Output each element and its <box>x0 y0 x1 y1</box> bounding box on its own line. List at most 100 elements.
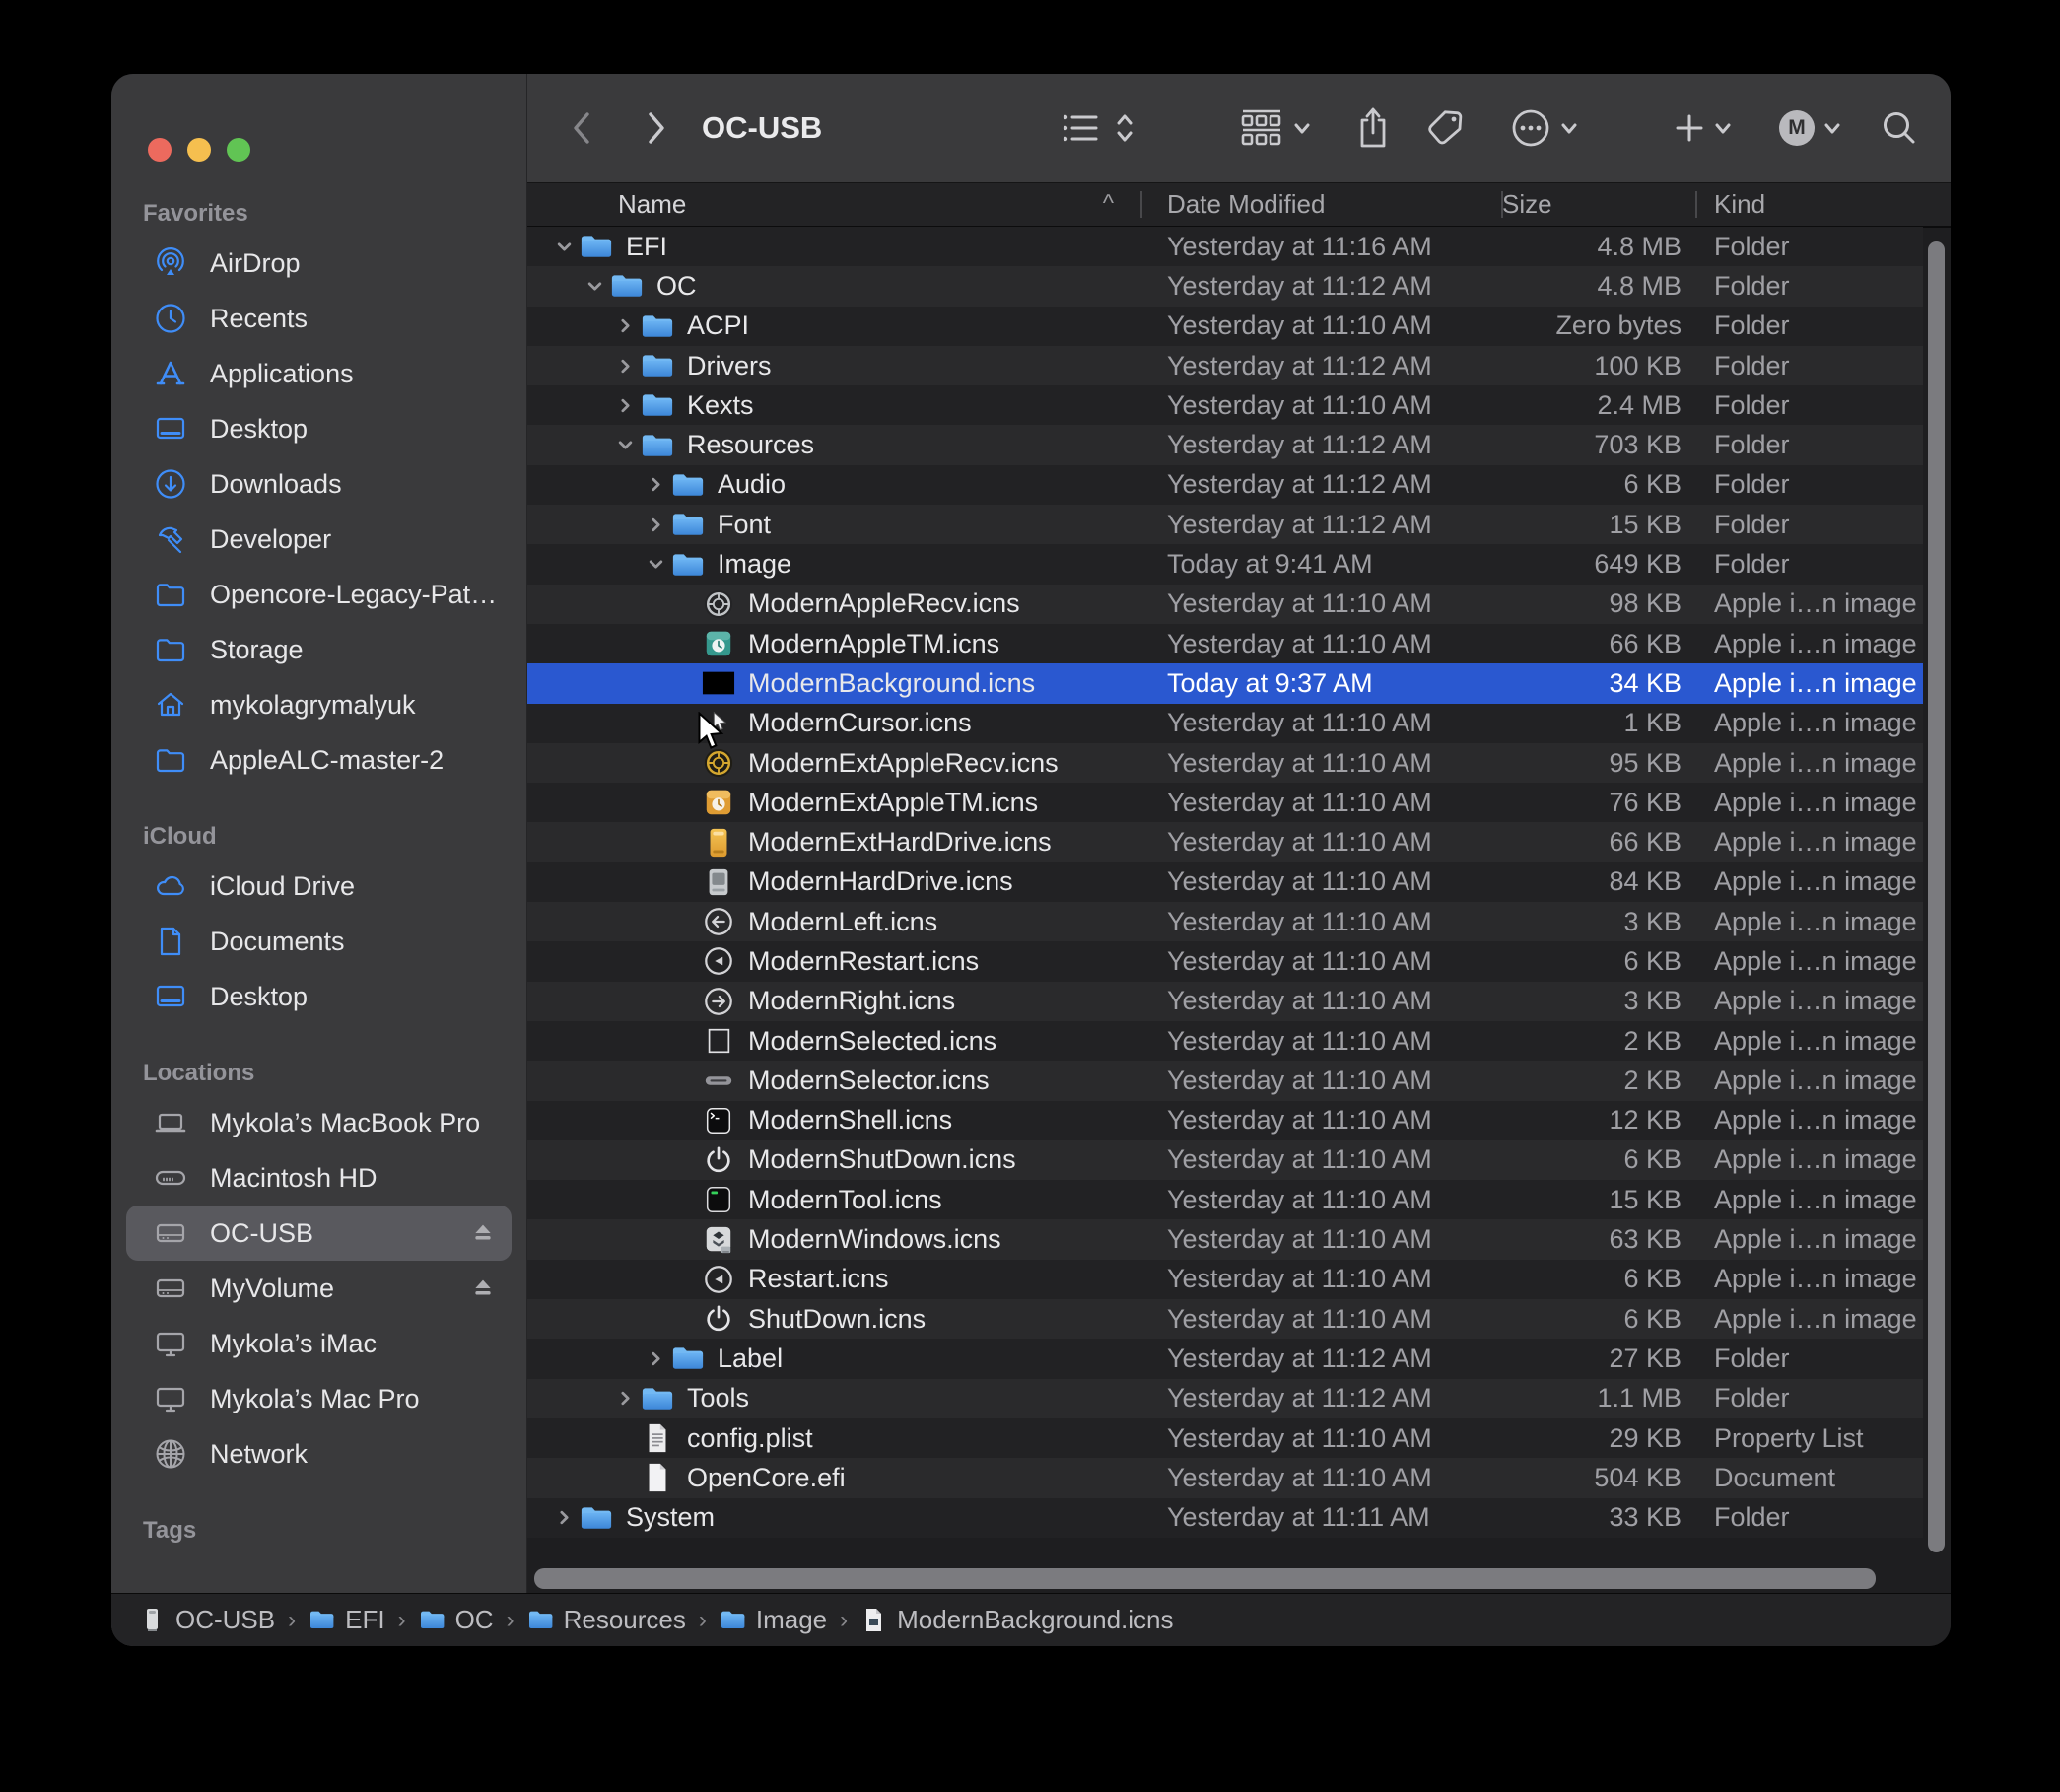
user-menu-button[interactable]: M <box>1779 74 1840 182</box>
sidebar-item-macintosh-hd[interactable]: Macintosh HD <box>126 1150 512 1206</box>
sidebar-item-network[interactable]: Network <box>126 1426 512 1482</box>
file-row-modernrestart-icns[interactable]: ModernRestart.icnsYesterday at 11:10 AM6… <box>527 941 1923 981</box>
disclosure-closed-icon[interactable] <box>641 476 670 493</box>
disclosure-closed-icon[interactable] <box>610 1390 640 1407</box>
zoom-button[interactable] <box>227 138 250 162</box>
group-button[interactable] <box>1239 74 1310 182</box>
sidebar-item-applications[interactable]: Applications <box>126 346 512 401</box>
file-row-audio[interactable]: AudioYesterday at 11:12 AM6 KBFolder <box>527 465 1923 505</box>
file-row-modernselected-icns[interactable]: ModernSelected.icnsYesterday at 11:10 AM… <box>527 1021 1923 1061</box>
horizontal-scrollbar[interactable] <box>534 1568 1876 1589</box>
file-row-moderncursor-icns[interactable]: ModernCursor.icnsYesterday at 11:10 AM1 … <box>527 704 1923 743</box>
file-size: 95 KB <box>1502 748 1696 779</box>
file-row-drivers[interactable]: DriversYesterday at 11:12 AM100 KBFolder <box>527 346 1923 385</box>
file-row-kexts[interactable]: KextsYesterday at 11:10 AM2.4 MBFolder <box>527 385 1923 425</box>
file-name: ModernTool.icns <box>748 1185 942 1215</box>
disclosure-closed-icon[interactable] <box>610 358 640 375</box>
sidebar-item-developer[interactable]: Developer <box>126 512 512 567</box>
file-kind: Document <box>1696 1463 1923 1493</box>
file-row-modernleft-icns[interactable]: ModernLeft.icnsYesterday at 11:10 AM3 KB… <box>527 902 1923 941</box>
disclosure-closed-icon[interactable] <box>610 317 640 334</box>
path-item-oc[interactable]: OC <box>419 1605 494 1635</box>
new-folder-button[interactable] <box>1674 74 1731 182</box>
file-row-modernshutdown-icns[interactable]: ModernShutDown.icnsYesterday at 11:10 AM… <box>527 1140 1923 1180</box>
file-row-system[interactable]: SystemYesterday at 11:11 AM33 KBFolder <box>527 1498 1923 1538</box>
sidebar-item-opencore-legacy-pat[interactable]: Opencore-Legacy-Pat… <box>126 567 512 622</box>
column-divider[interactable] <box>1140 191 1142 218</box>
file-row-modernbackground-icns[interactable]: ModernBackground.icnsToday at 9:37 AM34 … <box>527 663 1923 703</box>
file-row-label[interactable]: LabelYesterday at 11:12 AM27 KBFolder <box>527 1339 1923 1378</box>
disclosure-open-icon[interactable] <box>641 556 670 573</box>
file-row-image[interactable]: ImageToday at 9:41 AM649 KBFolder <box>527 544 1923 584</box>
more-actions-button[interactable] <box>1510 74 1577 182</box>
column-divider[interactable] <box>1695 191 1697 218</box>
sidebar-item-oc-usb[interactable]: OC-USB <box>126 1206 512 1261</box>
column-header-name[interactable]: Name ^ <box>527 189 1141 220</box>
minimize-button[interactable] <box>187 138 211 162</box>
column-divider[interactable] <box>1501 191 1503 218</box>
file-row-modernextappletm-icns[interactable]: ModernExtAppleTM.icnsYesterday at 11:10 … <box>527 783 1923 822</box>
file-row-acpi[interactable]: ACPIYesterday at 11:10 AMZero bytesFolde… <box>527 307 1923 346</box>
sidebar-item-desktop[interactable]: Desktop <box>126 401 512 456</box>
forward-button[interactable] <box>646 74 667 182</box>
file-row-oc[interactable]: OCYesterday at 11:12 AM4.8 MBFolder <box>527 266 1923 306</box>
path-item-image[interactable]: Image <box>720 1605 827 1635</box>
share-button[interactable] <box>1356 74 1390 182</box>
file-row-tools[interactable]: ToolsYesterday at 11:12 AM1.1 MBFolder <box>527 1379 1923 1418</box>
sidebar-item-mykola-s-mac-pro[interactable]: Mykola’s Mac Pro <box>126 1371 512 1426</box>
applications-icon <box>151 354 190 393</box>
sidebar-item-storage[interactable]: Storage <box>126 622 512 677</box>
sidebar-item-applealc-master-2[interactable]: AppleALC-master-2 <box>126 732 512 788</box>
column-header-kind[interactable]: Kind <box>1696 189 1951 220</box>
disclosure-closed-icon[interactable] <box>641 517 670 533</box>
sidebar-item-recents[interactable]: Recents <box>126 291 512 346</box>
file-row-modernselector-icns[interactable]: ModernSelector.icnsYesterday at 11:10 AM… <box>527 1061 1923 1100</box>
file-row-shutdown-icns[interactable]: ShutDown.icnsYesterday at 11:10 AM6 KBAp… <box>527 1299 1923 1339</box>
disclosure-open-icon[interactable] <box>580 278 609 295</box>
sidebar-item-airdrop[interactable]: AirDrop <box>126 236 512 291</box>
file-row-modernwindows-icns[interactable]: ModernWindows.icnsYesterday at 11:10 AM6… <box>527 1219 1923 1259</box>
file-row-modernappletm-icns[interactable]: ModernAppleTM.icnsYesterday at 11:10 AM6… <box>527 624 1923 663</box>
file-row-modernextharddrive-icns[interactable]: ModernExtHardDrive.icnsYesterday at 11:1… <box>527 822 1923 862</box>
file-row-opencore-efi[interactable]: OpenCore.efiYesterday at 11:10 AM504 KBD… <box>527 1458 1923 1497</box>
file-row-moderntool-icns[interactable]: ModernTool.icnsYesterday at 11:10 AM15 K… <box>527 1180 1923 1219</box>
file-row-modernapplerecv-icns[interactable]: ModernAppleRecv.icnsYesterday at 11:10 A… <box>527 585 1923 624</box>
sidebar-item-myvolume[interactable]: MyVolume <box>126 1261 512 1316</box>
sidebar-item-icloud-drive[interactable]: iCloud Drive <box>126 859 512 914</box>
file-row-restart-icns[interactable]: Restart.icnsYesterday at 11:10 AM6 KBApp… <box>527 1260 1923 1299</box>
vertical-scrollbar[interactable] <box>1928 241 1945 1552</box>
eject-icon[interactable] <box>466 1275 500 1301</box>
sidebar-item-desktop[interactable]: Desktop <box>126 969 512 1024</box>
disclosure-open-icon[interactable] <box>610 437 640 453</box>
view-options-button[interactable] <box>1063 74 1133 182</box>
close-button[interactable] <box>148 138 172 162</box>
eject-icon[interactable] <box>466 1220 500 1246</box>
sidebar-item-mykola-s-macbook-pro[interactable]: Mykola’s MacBook Pro <box>126 1095 512 1150</box>
disclosure-closed-icon[interactable] <box>641 1350 670 1367</box>
sidebar-item-mykola-s-imac[interactable]: Mykola’s iMac <box>126 1316 512 1371</box>
sidebar-item-downloads[interactable]: Downloads <box>126 456 512 512</box>
file-row-modernharddrive-icns[interactable]: ModernHardDrive.icnsYesterday at 11:10 A… <box>527 862 1923 902</box>
path-item-modernbackground-icns[interactable]: ModernBackground.icns <box>860 1605 1173 1635</box>
path-item-resources[interactable]: Resources <box>527 1605 686 1635</box>
path-item-oc-usb[interactable]: OC-USB <box>139 1605 275 1635</box>
sidebar-item-mykolagrymalyuk[interactable]: mykolagrymalyuk <box>126 677 512 732</box>
sidebar-item-documents[interactable]: Documents <box>126 914 512 969</box>
file-row-modernshell-icns[interactable]: ModernShell.icnsYesterday at 11:10 AM12 … <box>527 1101 1923 1140</box>
disclosure-open-icon[interactable] <box>549 239 579 255</box>
search-button[interactable] <box>1881 74 1918 182</box>
file-date: Today at 9:37 AM <box>1141 668 1502 699</box>
file-row-font[interactable]: FontYesterday at 11:12 AM15 KBFolder <box>527 505 1923 544</box>
disclosure-closed-icon[interactable] <box>610 397 640 414</box>
back-button[interactable] <box>571 74 592 182</box>
file-row-modernextapplerecv-icns[interactable]: ModernExtAppleRecv.icnsYesterday at 11:1… <box>527 743 1923 783</box>
disclosure-closed-icon[interactable] <box>549 1509 579 1526</box>
path-item-efi[interactable]: EFI <box>309 1605 384 1635</box>
file-row-efi[interactable]: EFIYesterday at 11:16 AM4.8 MBFolder <box>527 227 1923 266</box>
column-header-date-modified[interactable]: Date Modified <box>1141 189 1502 220</box>
file-row-modernright-icns[interactable]: ModernRight.icnsYesterday at 11:10 AM3 K… <box>527 982 1923 1021</box>
tags-button[interactable] <box>1426 74 1468 182</box>
file-row-resources[interactable]: ResourcesYesterday at 11:12 AM703 KBFold… <box>527 425 1923 464</box>
column-header-size[interactable]: Size <box>1502 189 1696 220</box>
file-row-config-plist[interactable]: config.plistYesterday at 11:10 AM29 KBPr… <box>527 1418 1923 1458</box>
